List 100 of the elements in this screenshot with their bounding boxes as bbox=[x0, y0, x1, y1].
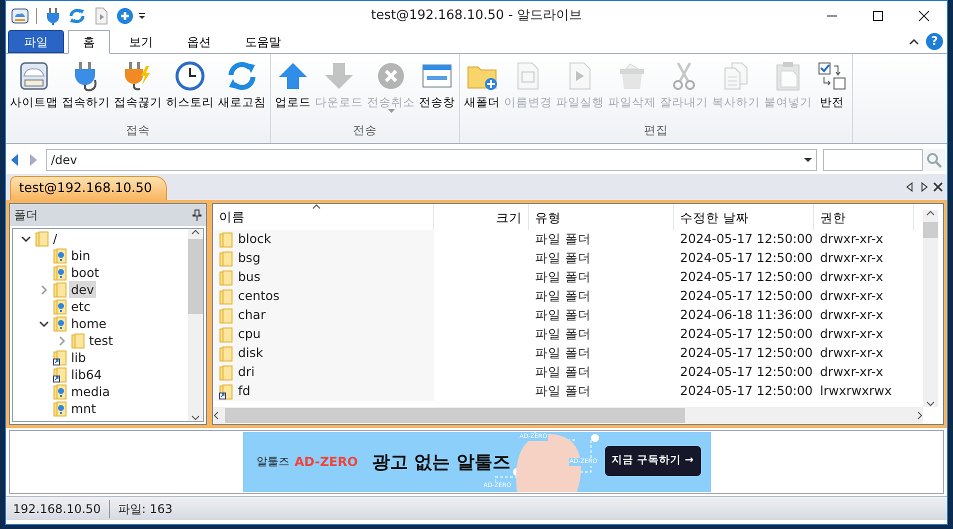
group-label: 전송 bbox=[353, 122, 377, 139]
ribbon-button[interactable]: 새로고침 bbox=[216, 58, 268, 122]
scrollbar[interactable] bbox=[188, 229, 203, 421]
file-name[interactable]: block bbox=[238, 230, 272, 249]
status-text: 파일: 163 bbox=[116, 500, 173, 518]
table-cell-text: 파일 폴더 bbox=[534, 344, 592, 362]
unknown-folder-icon bbox=[53, 316, 69, 332]
table-cell-text: drwxr-xr-x bbox=[819, 287, 884, 306]
table-cell-text: 2024-05-17 12:50:00 bbox=[679, 287, 814, 306]
table-cell-text: 2024-05-17 12:50:00 bbox=[679, 230, 814, 248]
table-cell-text: drwxr-xr-x bbox=[819, 268, 884, 286]
ribbon-tab[interactable]: 옵션 bbox=[172, 30, 226, 53]
tree-item[interactable]: lib64 bbox=[69, 366, 104, 383]
folder-icon bbox=[53, 282, 69, 298]
unknown-folder-icon bbox=[53, 400, 69, 416]
maximize-icon bbox=[872, 10, 884, 22]
ribbon-tab[interactable]: 도움말 bbox=[230, 30, 296, 53]
tree-item[interactable]: bin bbox=[69, 247, 92, 264]
path-field[interactable]: /dev bbox=[46, 149, 817, 171]
scroll-up-icon[interactable] bbox=[926, 210, 935, 216]
file-name[interactable]: disk bbox=[238, 344, 264, 363]
refresh-icon[interactable] bbox=[68, 7, 86, 25]
tree-item[interactable]: dev bbox=[69, 281, 96, 298]
ribbon-button[interactable]: 새폴더 bbox=[462, 58, 502, 122]
tree-item[interactable]: / bbox=[51, 230, 60, 247]
tree-item[interactable]: home bbox=[69, 315, 108, 332]
table-cell-text: 파일 폴더 bbox=[534, 363, 592, 382]
scrollbar-thumb[interactable] bbox=[225, 408, 685, 423]
tree-item[interactable]: test bbox=[87, 332, 116, 349]
table-cell-text: 2024-05-17 12:50:00 bbox=[679, 382, 814, 400]
ribbon-button[interactable]: 사이트맵 bbox=[8, 58, 60, 122]
ribbon-button[interactable]: 반전 bbox=[814, 58, 850, 122]
pane-title: 폴더 bbox=[14, 207, 38, 224]
ribbon-button[interactable]: 히스토리 bbox=[164, 58, 216, 122]
tree-item[interactable]: lib bbox=[69, 349, 88, 366]
subscribe-button[interactable]: 지금 구독하기 → bbox=[604, 446, 701, 476]
scrollbar-thumb[interactable] bbox=[188, 239, 203, 314]
dropdown-caret-icon[interactable] bbox=[137, 11, 147, 21]
chevron-icon[interactable] bbox=[21, 234, 31, 244]
ribbon-tab[interactable]: 보기 bbox=[114, 30, 168, 53]
table-cell-text: drwxr-xr-x bbox=[819, 363, 884, 382]
help-button[interactable]: ? bbox=[926, 33, 943, 50]
clock-icon bbox=[174, 60, 206, 92]
ribbon-button[interactable]: 접속하기 bbox=[60, 58, 112, 122]
pin-icon[interactable] bbox=[192, 209, 202, 221]
ribbon-tab[interactable]: 홈 bbox=[68, 30, 110, 54]
up-arrow-icon bbox=[277, 60, 309, 92]
tree-item[interactable]: media bbox=[69, 383, 112, 400]
path-text: /dev bbox=[51, 152, 78, 169]
table-cell-text: 파일 폴더 bbox=[534, 230, 592, 248]
close-icon[interactable] bbox=[933, 182, 943, 192]
scrollbar[interactable] bbox=[923, 210, 938, 407]
down-arrow-icon bbox=[323, 60, 355, 92]
session-tab[interactable]: test@192.168.10.50 bbox=[10, 176, 168, 200]
scroll-left-icon[interactable] bbox=[905, 182, 915, 192]
file-name[interactable]: char bbox=[238, 306, 266, 325]
scroll-down-icon[interactable] bbox=[926, 401, 935, 407]
table-cell-text: drwxr-xr-x bbox=[819, 306, 884, 324]
table-cell-text: drwxr-xr-x bbox=[819, 230, 884, 248]
folder-icon bbox=[219, 250, 235, 266]
scroll-right-icon[interactable] bbox=[917, 411, 923, 420]
unknown-folder-icon bbox=[53, 384, 69, 400]
tree-item[interactable]: mnt bbox=[69, 400, 98, 417]
file-name[interactable]: bsg bbox=[238, 249, 260, 268]
folder-icon bbox=[219, 288, 235, 304]
scroll-up-icon[interactable] bbox=[191, 229, 200, 235]
ad-headline: 광고 없는 알툴즈 bbox=[372, 450, 510, 474]
table-cell-text: lrwxrwxrwx bbox=[819, 382, 893, 400]
scroll-right-icon[interactable] bbox=[919, 182, 929, 192]
chevron-icon[interactable] bbox=[39, 318, 49, 328]
group-label: 접속 bbox=[126, 122, 150, 139]
table-cell-text: drwxr-xr-x bbox=[819, 249, 884, 268]
ribbon-button[interactable]: 접속끊기 bbox=[112, 58, 164, 122]
ribbon-button[interactable]: 전송창 bbox=[417, 58, 457, 122]
plug-icon[interactable] bbox=[44, 7, 62, 25]
table-cell-text: drwxr-xr-x bbox=[819, 325, 884, 344]
group-label: 편집 bbox=[644, 122, 668, 139]
folder-icon bbox=[219, 232, 235, 248]
tree-item[interactable]: etc bbox=[69, 298, 92, 315]
table-cell-text: 파일 폴더 bbox=[534, 268, 592, 286]
file-name[interactable]: bus bbox=[238, 268, 260, 287]
file-name[interactable]: centos bbox=[238, 287, 280, 306]
search-field[interactable] bbox=[823, 149, 923, 171]
folder-icon bbox=[219, 326, 235, 342]
file-name[interactable]: dri bbox=[238, 363, 255, 382]
table-cell-text: 2024-06-18 11:36:00 bbox=[679, 306, 814, 324]
ribbon-button[interactable]: 업로드 bbox=[273, 58, 313, 122]
file-name[interactable]: fd bbox=[238, 382, 250, 401]
folder-icon bbox=[219, 308, 235, 324]
scrollbar[interactable] bbox=[213, 407, 923, 424]
scrollbar-thumb[interactable] bbox=[923, 222, 938, 238]
scroll-left-icon[interactable] bbox=[213, 411, 219, 420]
dropdown-caret-icon[interactable] bbox=[804, 158, 812, 162]
scroll-down-icon[interactable] bbox=[191, 415, 200, 421]
file-tab[interactable]: 파일 bbox=[8, 30, 64, 53]
shortcut-folder-icon bbox=[53, 350, 69, 366]
file-name[interactable]: cpu bbox=[238, 325, 261, 344]
add-icon[interactable] bbox=[116, 7, 134, 25]
refresh-icon bbox=[226, 60, 258, 92]
tree-item[interactable]: boot bbox=[69, 264, 102, 281]
